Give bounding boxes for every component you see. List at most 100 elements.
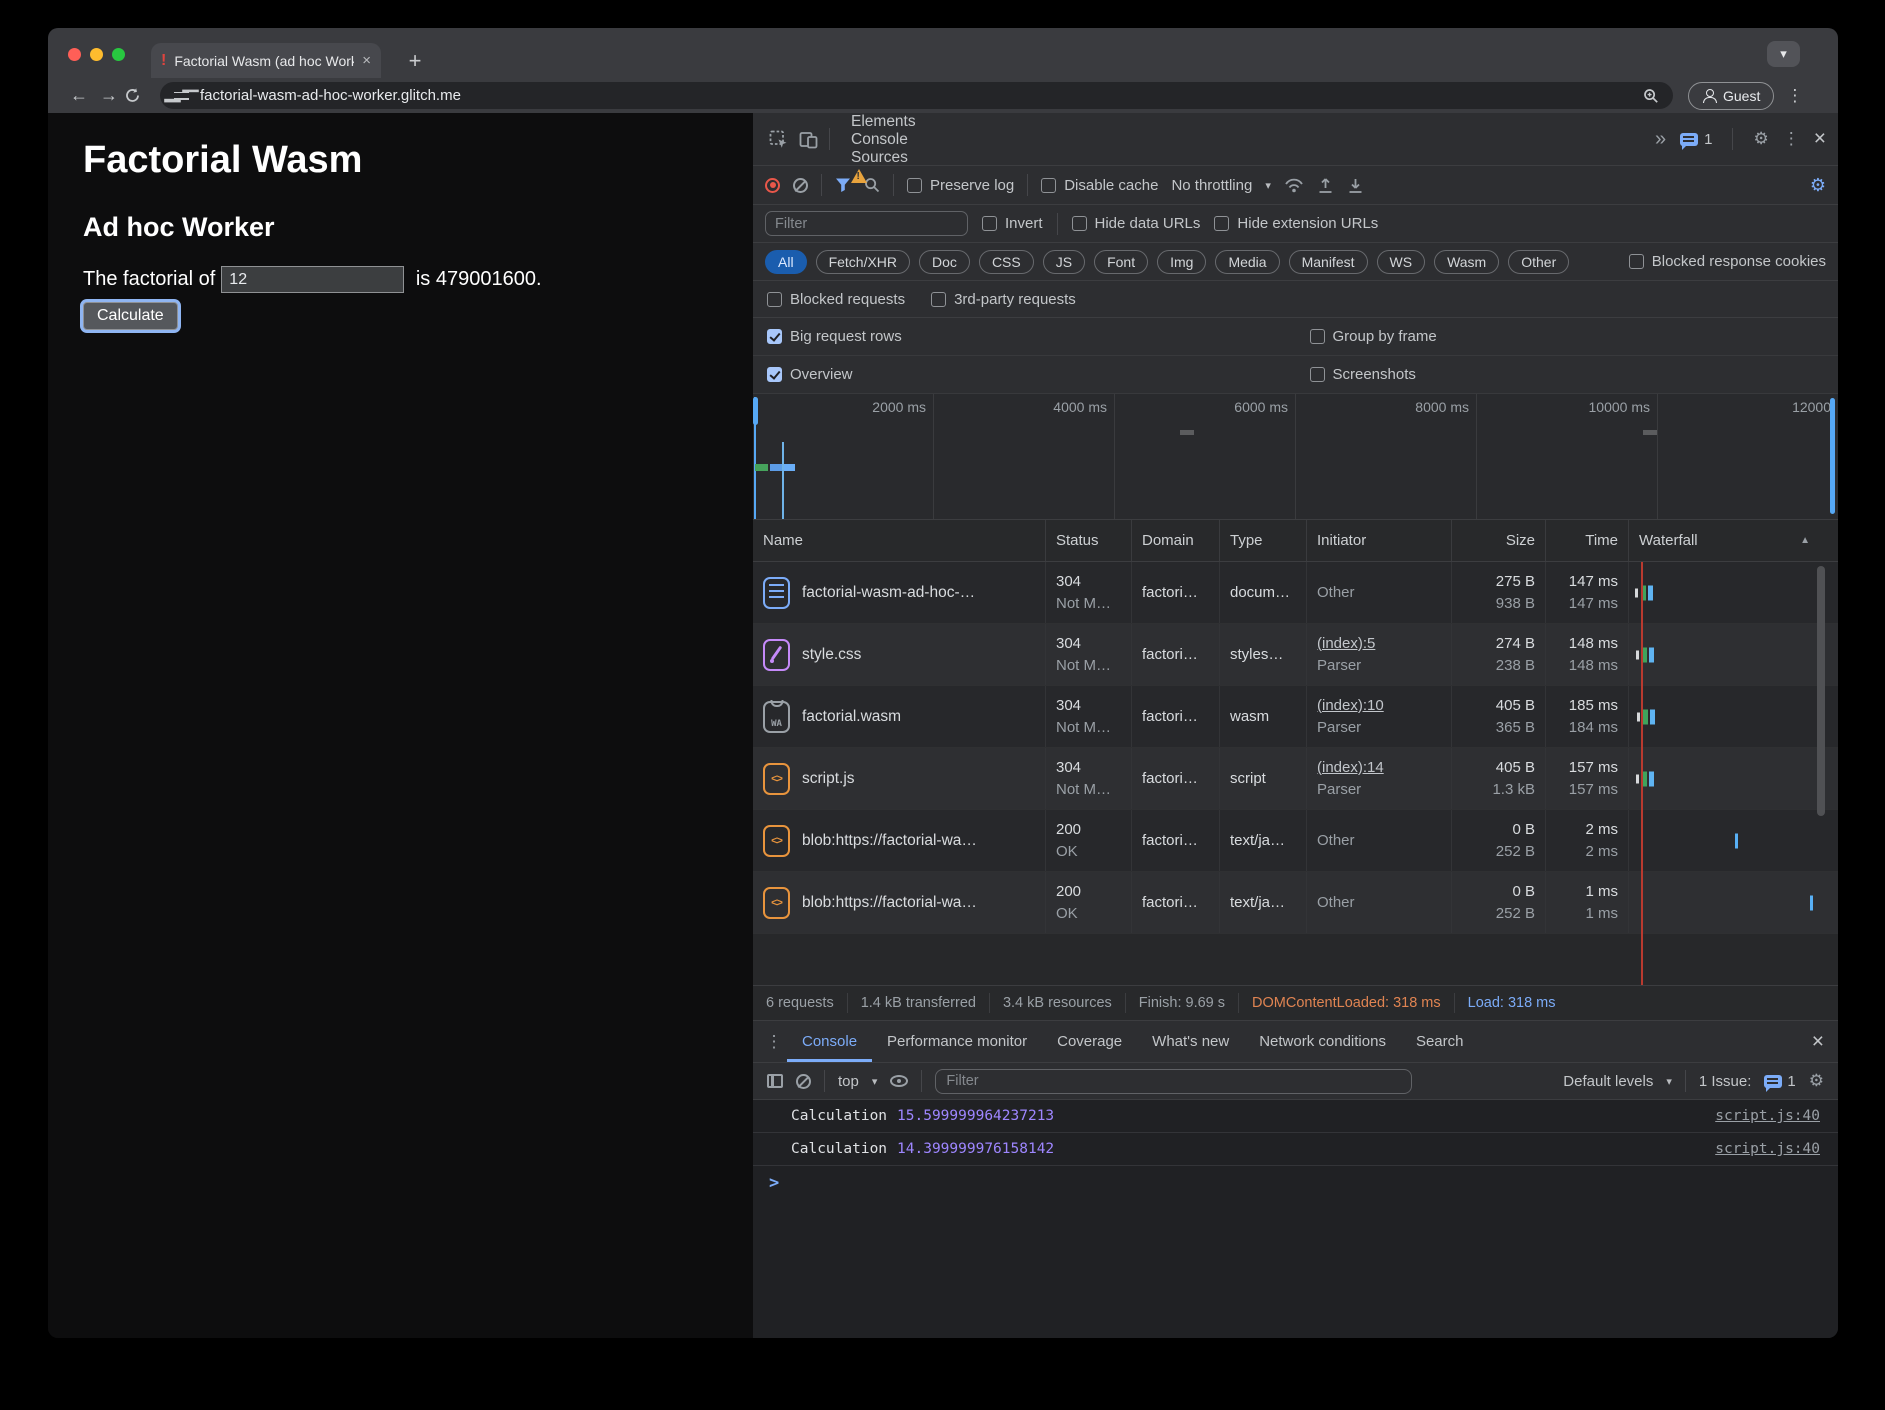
- forward-button[interactable]: →: [94, 85, 124, 106]
- column-header-status[interactable]: Status: [1046, 520, 1132, 561]
- initiator-link[interactable]: (index):14: [1317, 757, 1451, 779]
- request-type-chip[interactable]: Fetch/XHR: [816, 250, 910, 274]
- minimize-window-button[interactable]: [90, 48, 103, 61]
- reload-button[interactable]: [124, 87, 154, 104]
- hide-data-urls-checkbox[interactable]: Hide data URLs: [1072, 215, 1201, 232]
- invert-checkbox[interactable]: Invert: [982, 215, 1043, 232]
- clear-network-log-button[interactable]: [793, 178, 808, 193]
- calculate-button[interactable]: Calculate: [83, 302, 178, 330]
- address-bar[interactable]: factorial-wasm-ad-hoc-worker.glitch.me: [160, 82, 1673, 109]
- factorial-input[interactable]: [221, 266, 404, 293]
- browser-tab[interactable]: ! Factorial Wasm (ad hoc Work ×: [151, 43, 381, 78]
- console-filter-input[interactable]: [935, 1069, 1412, 1094]
- profile-button[interactable]: Guest: [1688, 82, 1774, 110]
- request-type-chip[interactable]: Media: [1215, 250, 1279, 274]
- drawer-tab[interactable]: What's new: [1137, 1021, 1244, 1062]
- network-request-row[interactable]: factorial.wasm 304 Not M… factori… wasm …: [753, 686, 1838, 748]
- group-by-frame-checkbox[interactable]: Group by frame: [1310, 328, 1437, 345]
- context-selector[interactable]: top ▾: [838, 1073, 877, 1090]
- devtools-menu-icon[interactable]: ⋮: [1783, 129, 1800, 149]
- request-type-chip[interactable]: Font: [1094, 250, 1148, 274]
- close-devtools-icon[interactable]: ×: [1814, 127, 1826, 151]
- initiator-link[interactable]: (index):10: [1317, 695, 1451, 717]
- blocked-requests-checkbox[interactable]: Blocked requests: [767, 291, 905, 308]
- devtools-tab[interactable]: Console: [836, 131, 955, 149]
- screenshots-checkbox[interactable]: Screenshots: [1310, 366, 1416, 383]
- zoom-icon[interactable]: [1643, 88, 1659, 104]
- request-type-chip[interactable]: Wasm: [1434, 250, 1499, 274]
- column-header-initiator[interactable]: Initiator: [1307, 520, 1452, 561]
- request-type-chip[interactable]: Other: [1508, 250, 1569, 274]
- import-har-icon[interactable]: [1317, 177, 1334, 194]
- timeline-right-handle[interactable]: [1830, 398, 1835, 514]
- drawer-menu-icon[interactable]: ⋮: [761, 1032, 787, 1052]
- more-tabs-button[interactable]: »: [1655, 128, 1666, 151]
- issues-icon[interactable]: [1680, 133, 1698, 146]
- request-type-chip[interactable]: All: [765, 250, 807, 274]
- tab-search-button[interactable]: ▾: [1767, 41, 1800, 67]
- source-link[interactable]: script.js:40: [1715, 1108, 1820, 1124]
- network-conditions-icon[interactable]: [1284, 177, 1304, 194]
- disable-cache-checkbox[interactable]: Disable cache: [1041, 177, 1158, 194]
- export-har-icon[interactable]: [1347, 177, 1364, 194]
- network-filter-input[interactable]: [765, 211, 968, 236]
- issues-icon[interactable]: [1764, 1075, 1782, 1088]
- browser-menu-button[interactable]: ⋮: [1780, 86, 1809, 106]
- request-type-chip[interactable]: CSS: [979, 250, 1034, 274]
- drawer-tab[interactable]: Network conditions: [1244, 1021, 1401, 1062]
- console-sidebar-icon[interactable]: [767, 1074, 783, 1088]
- column-header-type[interactable]: Type: [1220, 520, 1307, 561]
- timeline-left-handle[interactable]: [753, 397, 758, 425]
- big-request-rows-checkbox[interactable]: Big request rows: [767, 328, 902, 345]
- network-request-row[interactable]: script.js 304 Not M… factori… script (in…: [753, 748, 1838, 810]
- drawer-tab[interactable]: Console: [787, 1021, 872, 1062]
- drawer-tab[interactable]: Coverage: [1042, 1021, 1137, 1062]
- overview-checkbox[interactable]: Overview: [767, 366, 853, 383]
- tab-close-icon[interactable]: ×: [362, 52, 371, 69]
- close-drawer-icon[interactable]: ×: [1812, 1030, 1824, 1054]
- column-header-time[interactable]: Time: [1546, 520, 1629, 561]
- network-settings-gear-icon[interactable]: ⚙: [1810, 175, 1826, 196]
- close-window-button[interactable]: [68, 48, 81, 61]
- column-header-name[interactable]: Name: [753, 520, 1046, 561]
- network-request-row[interactable]: blob:https://factorial-wa… 200 OK factor…: [753, 872, 1838, 934]
- live-expression-eye-icon[interactable]: [890, 1075, 908, 1087]
- request-type-chip[interactable]: JS: [1043, 250, 1085, 274]
- console-message[interactable]: Calculation 14.399999976158142 script.js…: [753, 1133, 1838, 1166]
- record-network-log-button[interactable]: [765, 178, 780, 193]
- column-header-waterfall[interactable]: Waterfall ▲: [1629, 520, 1838, 561]
- request-type-chip[interactable]: Img: [1157, 250, 1206, 274]
- network-request-row[interactable]: style.css 304 Not M… factori… styles… (i…: [753, 624, 1838, 686]
- settings-gear-icon[interactable]: ⚙: [1753, 129, 1768, 149]
- console-prompt[interactable]: >: [753, 1166, 1838, 1200]
- column-header-domain[interactable]: Domain: [1132, 520, 1220, 561]
- drawer-tab[interactable]: Search: [1401, 1021, 1479, 1062]
- fullscreen-window-button[interactable]: [112, 48, 125, 61]
- site-settings-icon[interactable]: [174, 90, 189, 102]
- clear-console-button[interactable]: [796, 1074, 811, 1089]
- hide-extension-urls-checkbox[interactable]: Hide extension URLs: [1214, 215, 1378, 232]
- back-button[interactable]: ←: [64, 85, 94, 106]
- devtools-tab[interactable]: Sources: [836, 149, 955, 167]
- drawer-tab[interactable]: Performance monitor: [872, 1021, 1042, 1062]
- blocked-response-cookies-checkbox[interactable]: Blocked response cookies: [1629, 253, 1826, 270]
- request-type-chip[interactable]: Manifest: [1289, 250, 1368, 274]
- devtools-tab[interactable]: Elements: [836, 113, 955, 131]
- new-tab-button[interactable]: +: [400, 46, 430, 76]
- initiator-link[interactable]: (index):5: [1317, 633, 1451, 655]
- column-header-size[interactable]: Size: [1452, 520, 1546, 561]
- request-type-chip[interactable]: WS: [1377, 250, 1426, 274]
- log-levels-select[interactable]: Default levels ▾: [1563, 1073, 1672, 1090]
- third-party-requests-checkbox[interactable]: 3rd-party requests: [931, 291, 1076, 308]
- filter-funnel-icon[interactable]: [835, 177, 851, 193]
- network-request-row[interactable]: blob:https://factorial-wa… 200 OK factor…: [753, 810, 1838, 872]
- scrollbar-thumb[interactable]: [1817, 566, 1825, 816]
- preserve-log-checkbox[interactable]: Preserve log: [907, 177, 1014, 194]
- device-toolbar-button[interactable]: [793, 124, 823, 154]
- throttling-select[interactable]: No throttling ▾: [1171, 177, 1270, 194]
- console-settings-gear-icon[interactable]: ⚙: [1809, 1071, 1824, 1091]
- network-overview-timeline[interactable]: 2000 ms 4000 ms 6000 ms 8000 ms 10000 ms…: [753, 394, 1838, 520]
- inspect-element-button[interactable]: [763, 124, 793, 154]
- network-request-row[interactable]: factorial-wasm-ad-hoc-… 304 Not M… facto…: [753, 562, 1838, 624]
- request-type-chip[interactable]: Doc: [919, 250, 970, 274]
